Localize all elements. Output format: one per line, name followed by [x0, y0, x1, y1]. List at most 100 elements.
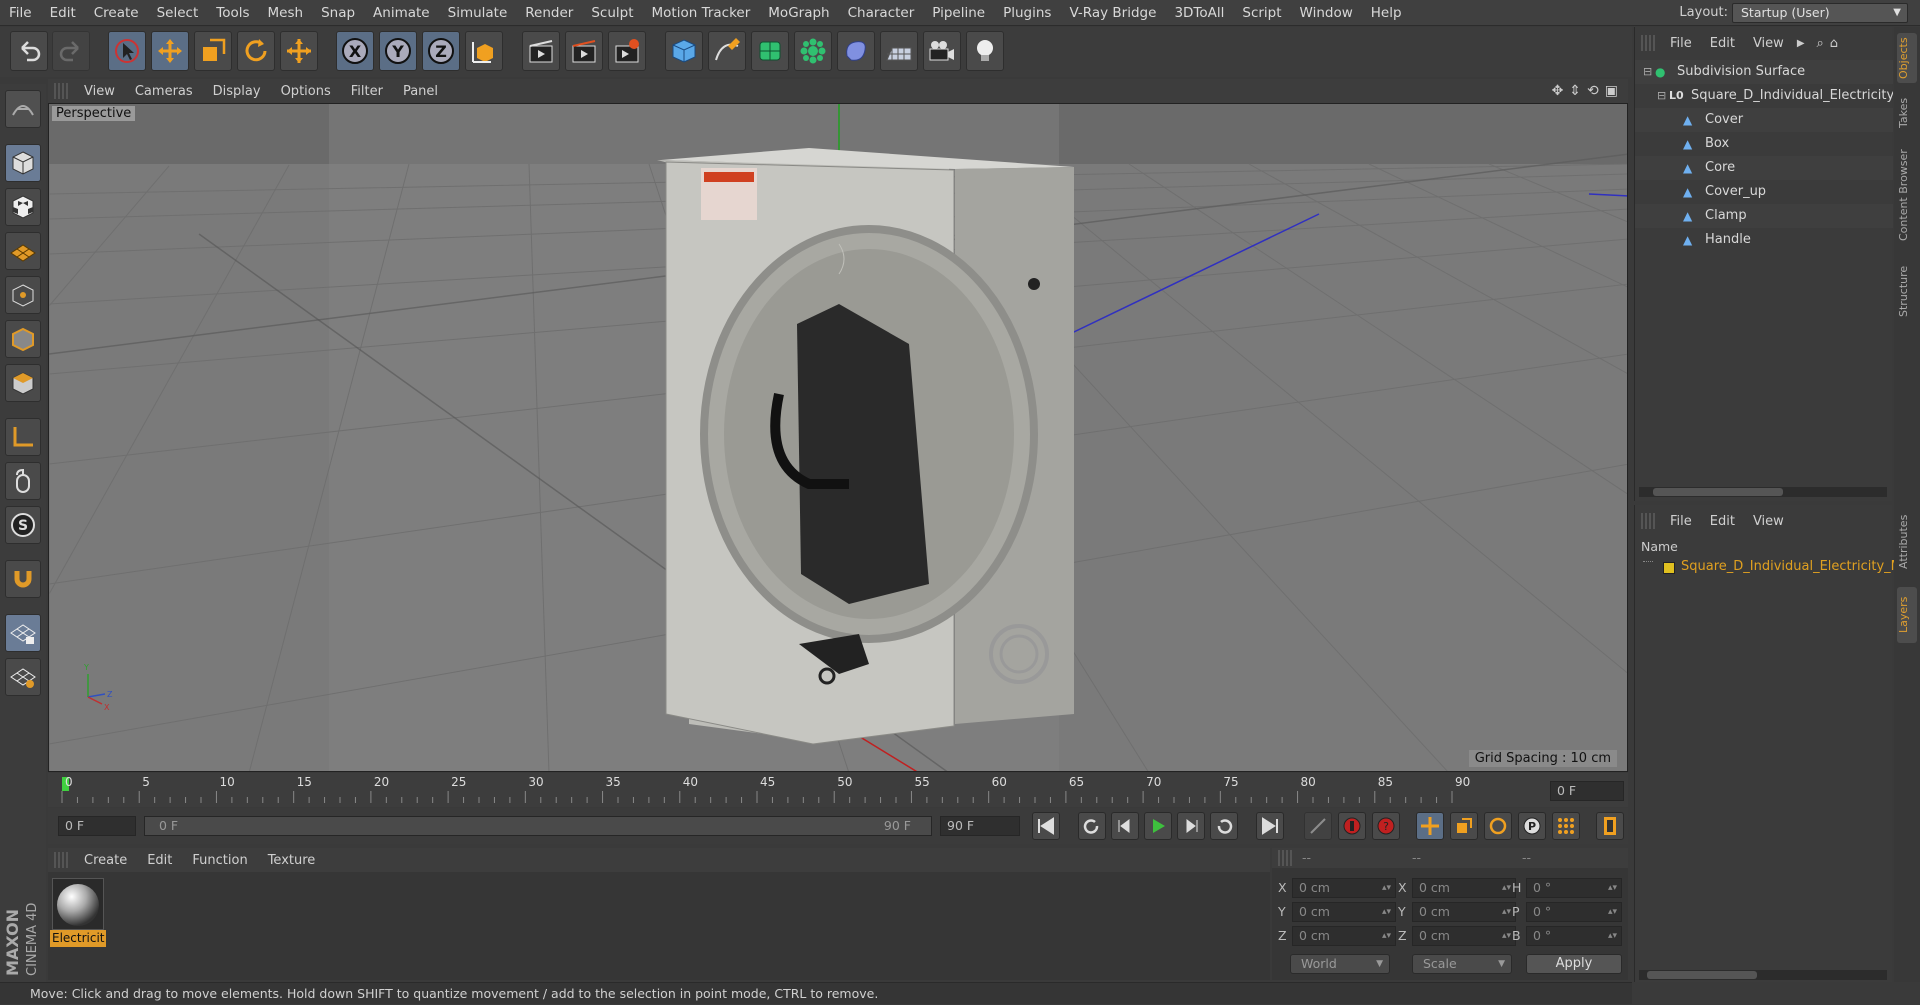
add-subdivision-button[interactable]: [751, 31, 789, 71]
undo-button[interactable]: [10, 31, 48, 71]
menu-render[interactable]: Render: [516, 0, 582, 26]
add-deformer-button[interactable]: [837, 31, 875, 71]
chevron-right-icon[interactable]: ▶: [1797, 38, 1805, 49]
object-tree-item[interactable]: ▲ Cover_up: [1635, 180, 1893, 204]
tab-layers[interactable]: Layers: [1897, 587, 1917, 643]
polygons-mode-button[interactable]: [5, 364, 41, 402]
material-thumbnail[interactable]: [52, 878, 104, 930]
axis-mode-button[interactable]: [5, 418, 41, 456]
material-menu-edit[interactable]: Edit: [137, 853, 182, 868]
menu-v-ray-bridge[interactable]: V-Ray Bridge: [1060, 0, 1165, 26]
go-to-end-button[interactable]: [1256, 812, 1284, 840]
add-spline-button[interactable]: [708, 31, 746, 71]
redo-button[interactable]: [52, 31, 90, 71]
snapping-button[interactable]: S: [5, 506, 41, 544]
end-frame-field[interactable]: 90 F: [940, 816, 1020, 836]
grip-handle[interactable]: [1278, 850, 1292, 866]
object-tree-item[interactable]: ▲ Core: [1635, 156, 1893, 180]
key-point-level-button[interactable]: [1552, 812, 1580, 840]
menu-mesh[interactable]: Mesh: [259, 0, 313, 26]
workplane-mode-button[interactable]: [5, 232, 41, 270]
menu-animate[interactable]: Animate: [364, 0, 439, 26]
object-tree-item[interactable]: ▲ Clamp: [1635, 204, 1893, 228]
object-menu-file[interactable]: File: [1661, 36, 1701, 51]
size-z-field[interactable]: 0 cm ▴▾: [1412, 926, 1516, 946]
key-rotation-button[interactable]: [1484, 812, 1512, 840]
object-menu-view[interactable]: View: [1744, 36, 1793, 51]
key-scale-button[interactable]: [1450, 812, 1478, 840]
pos-x-field[interactable]: 0 cm ▴▾: [1292, 878, 1396, 898]
viewport-menu-view[interactable]: View: [74, 84, 125, 99]
material-menu-texture[interactable]: Texture: [258, 853, 326, 868]
viewport-menu-panel[interactable]: Panel: [393, 84, 448, 99]
menu-snap[interactable]: Snap: [312, 0, 364, 26]
horizontal-scrollbar[interactable]: [1639, 487, 1887, 497]
horizontal-scrollbar[interactable]: [1639, 970, 1887, 980]
menu-mograph[interactable]: MoGraph: [759, 0, 838, 26]
viewport-menu-display[interactable]: Display: [203, 84, 271, 99]
next-frame-button[interactable]: [1177, 812, 1205, 840]
timeline-ruler[interactable]: 0 5 10 15 20 25 30 35 40 45 50 55 60 65 70 75 80 85 90 0 F: [48, 773, 1628, 807]
menu-3dtoall[interactable]: 3DToAll: [1165, 0, 1233, 26]
scrollbar-thumb[interactable]: [1647, 971, 1757, 979]
viewport-menu-options[interactable]: Options: [271, 84, 341, 99]
edges-mode-button[interactable]: [5, 320, 41, 358]
menu-help[interactable]: Help: [1362, 0, 1411, 26]
add-camera-button[interactable]: [923, 31, 961, 71]
z-axis-lock-button[interactable]: Z: [422, 31, 460, 71]
grip-handle[interactable]: [1641, 35, 1655, 51]
menu-window[interactable]: Window: [1291, 0, 1362, 26]
key-parameter-button[interactable]: P: [1518, 812, 1546, 840]
grip-handle[interactable]: [54, 83, 68, 99]
play-button[interactable]: [1144, 812, 1172, 840]
material-name-label[interactable]: Electricit: [50, 930, 106, 947]
y-axis-lock-button[interactable]: Y: [379, 31, 417, 71]
menu-sculpt[interactable]: Sculpt: [582, 0, 642, 26]
render-settings-button[interactable]: [608, 31, 646, 71]
rotate-tool-button[interactable]: [237, 31, 275, 71]
zoom-icon[interactable]: ⇕: [1569, 83, 1581, 99]
size-x-field[interactable]: 0 cm ▴▾: [1412, 878, 1516, 898]
rot-b-field[interactable]: 0 ° ▴▾: [1526, 926, 1622, 946]
coordinate-space-dropdown[interactable]: World ▼: [1290, 954, 1390, 974]
grip-handle[interactable]: [54, 852, 68, 868]
render-view-button[interactable]: [522, 31, 560, 71]
menu-edit[interactable]: Edit: [41, 0, 85, 26]
object-tree-item[interactable]: L0 ⊟ Square_D_Individual_Electricity_M: [1635, 84, 1893, 108]
x-axis-lock-button[interactable]: X: [336, 31, 374, 71]
coordinate-system-button[interactable]: [465, 31, 503, 71]
menu-pipeline[interactable]: Pipeline: [923, 0, 994, 26]
tab-content-browser[interactable]: Content Browser: [1897, 143, 1917, 247]
layout-dropdown[interactable]: Startup (User) ▼: [1732, 3, 1908, 23]
expand-toggle-icon[interactable]: ⊟: [1657, 84, 1666, 108]
pan-icon[interactable]: ✥: [1552, 83, 1564, 99]
orbit-icon[interactable]: ⟲: [1587, 83, 1599, 99]
make-editable-button[interactable]: [5, 90, 41, 128]
timeline-window-button[interactable]: [1596, 812, 1624, 840]
spinner-icon[interactable]: ▴▾: [1382, 879, 1391, 897]
menu-script[interactable]: Script: [1233, 0, 1290, 26]
add-cloner-button[interactable]: [794, 31, 832, 71]
toggle-view-icon[interactable]: ▣: [1605, 83, 1618, 99]
spinner-icon[interactable]: ▴▾: [1502, 879, 1511, 897]
model-mode-button[interactable]: [5, 144, 41, 182]
transform-tool-button[interactable]: [280, 31, 318, 71]
spinner-icon[interactable]: ▴▾: [1382, 927, 1391, 945]
auto-keying-button[interactable]: ?: [1372, 812, 1400, 840]
add-light-button[interactable]: [966, 31, 1004, 71]
previous-key-button[interactable]: [1078, 812, 1106, 840]
expand-toggle-icon[interactable]: ⊟: [1643, 60, 1652, 84]
menu-tools[interactable]: Tools: [207, 0, 258, 26]
spinner-icon[interactable]: ▴▾: [1608, 927, 1617, 945]
spinner-icon[interactable]: ▴▾: [1382, 903, 1391, 921]
spinner-icon[interactable]: ▴▾: [1502, 903, 1511, 921]
menu-plugins[interactable]: Plugins: [994, 0, 1060, 26]
menu-motion-tracker[interactable]: Motion Tracker: [643, 0, 760, 26]
layer-menu-view[interactable]: View: [1744, 514, 1793, 529]
layer-row[interactable]: Square_D_Individual_Electricity_M: [1635, 557, 1902, 579]
spinner-icon[interactable]: ▴▾: [1608, 879, 1617, 897]
record-keys-button[interactable]: [1338, 812, 1366, 840]
rot-p-field[interactable]: 0 ° ▴▾: [1526, 902, 1622, 922]
apply-button[interactable]: Apply: [1526, 954, 1622, 974]
render-picture-viewer-button[interactable]: [565, 31, 603, 71]
